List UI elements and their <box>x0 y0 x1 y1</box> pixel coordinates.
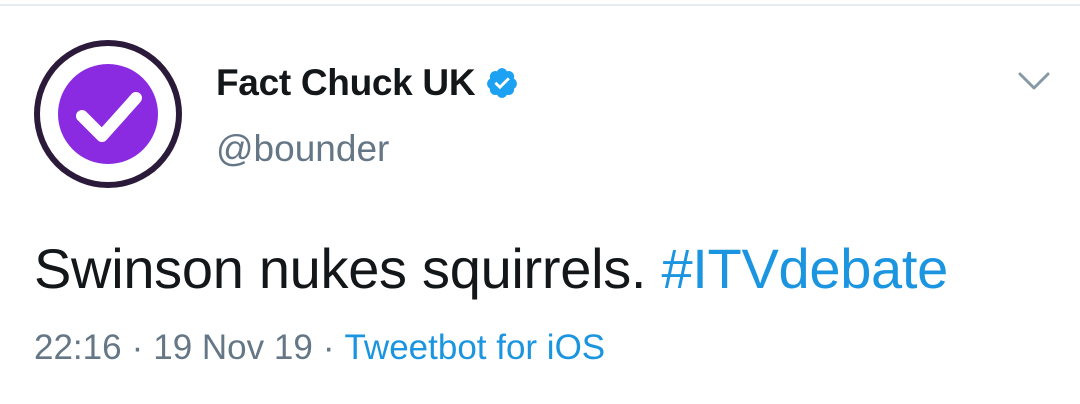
tweet-text: Swinson nukes squirrels. #ITVdebate <box>34 236 948 301</box>
author-name-row[interactable]: Fact Chuck UK <box>216 58 519 108</box>
tweet-date[interactable]: 19 Nov 19 <box>153 328 313 367</box>
tweet-source-link[interactable]: Tweetbot for iOS <box>344 328 605 367</box>
tweet-metadata: 22:16 · 19 Nov 19 · Tweetbot for iOS <box>34 328 605 368</box>
tweet-body: Swinson nukes squirrels. <box>34 237 662 300</box>
author-display-name[interactable]: Fact Chuck UK <box>216 62 476 104</box>
tweet-time[interactable]: 22:16 <box>34 328 122 367</box>
verified-badge-icon <box>487 68 518 98</box>
author-handle[interactable]: @bounder <box>216 128 389 170</box>
avatar-ring <box>40 46 176 182</box>
top-divider <box>0 4 1080 6</box>
separator: · <box>131 328 144 367</box>
avatar[interactable] <box>34 40 182 188</box>
separator: · <box>322 328 335 367</box>
chevron-down-icon[interactable] <box>1014 66 1054 96</box>
checkmark-icon <box>76 92 142 142</box>
hashtag-link[interactable]: #ITVdebate <box>661 237 948 300</box>
